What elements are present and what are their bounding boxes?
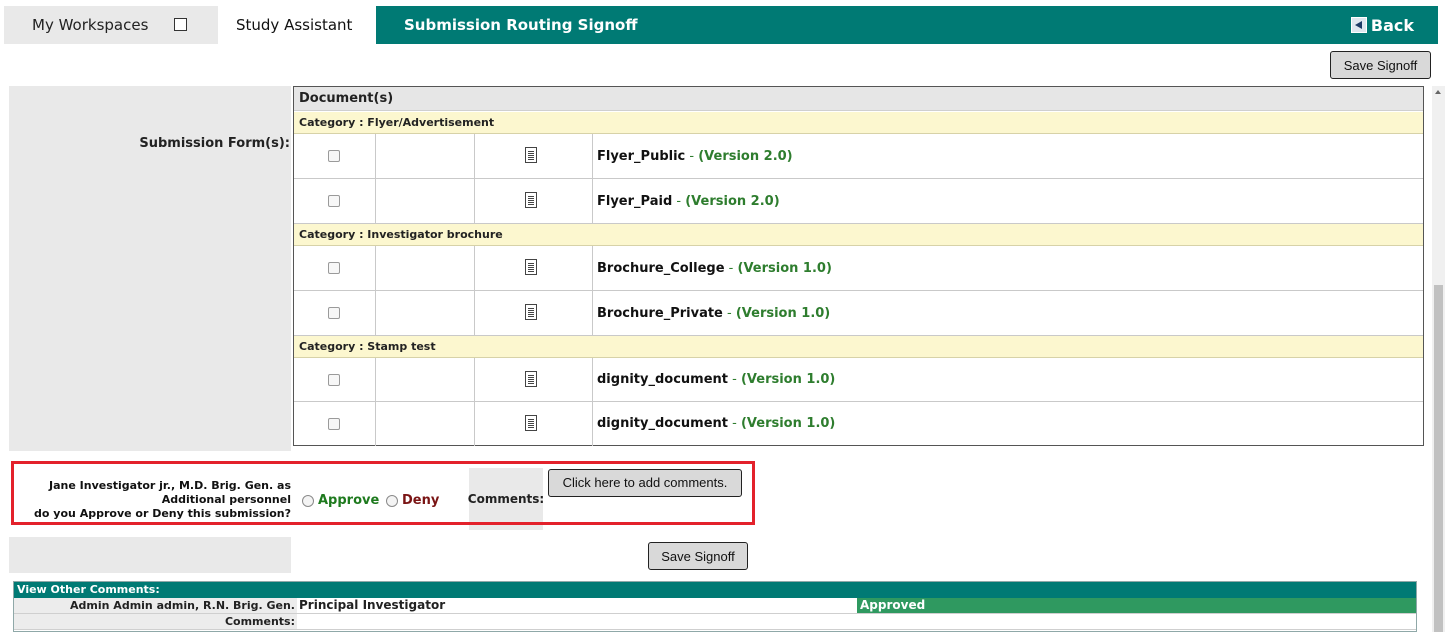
other-comments-table: View Other Comments: Admin Admin admin, … bbox=[13, 581, 1417, 632]
title-bar: Submission Routing Signoff Back bbox=[376, 6, 1438, 44]
document-link[interactable]: Flyer_Public - (Version 2.0) bbox=[597, 149, 793, 164]
document-checkbox[interactable] bbox=[328, 195, 340, 207]
approval-highlight-box bbox=[11, 461, 755, 525]
document-icon[interactable] bbox=[525, 147, 537, 163]
other-comments-header: View Other Comments: bbox=[14, 582, 1416, 598]
study-assistant-label: Study Assistant bbox=[236, 16, 353, 34]
tab-study-assistant[interactable]: Study Assistant bbox=[218, 6, 376, 44]
document-link[interactable]: Flyer_Paid - (Version 2.0) bbox=[597, 194, 780, 209]
table-row: dignity_document - (Version 1.0) bbox=[294, 402, 1423, 446]
reviewer-role: Principal Investigator bbox=[299, 598, 446, 612]
reviewer-name: Admin Admin admin, R.N. Brig. Gen. bbox=[14, 598, 297, 613]
document-checkbox[interactable] bbox=[328, 374, 340, 386]
category-row: Category : Investigator brochure bbox=[294, 224, 1423, 246]
document-checkbox[interactable] bbox=[328, 262, 340, 274]
save-signoff-button-bottom[interactable]: Save Signoff bbox=[648, 542, 748, 570]
table-row: Admin Admin admin, R.N. Brig. Gen. Princ… bbox=[14, 598, 1416, 614]
back-label: Back bbox=[1370, 15, 1414, 35]
my-workspaces-label: My Workspaces bbox=[32, 16, 149, 34]
category-row: Category : Stamp test bbox=[294, 336, 1423, 358]
document-icon[interactable] bbox=[525, 192, 537, 208]
my-workspaces-tab[interactable]: My Workspaces bbox=[4, 6, 218, 44]
scroll-up-arrow-icon[interactable] bbox=[1435, 90, 1441, 94]
table-row: Comments: bbox=[14, 614, 1416, 630]
document-icon[interactable] bbox=[525, 304, 537, 320]
document-icon[interactable] bbox=[525, 415, 537, 431]
status-badge: Approved bbox=[857, 598, 1416, 613]
scrollbar-thumb[interactable] bbox=[1434, 285, 1443, 632]
document-link[interactable]: dignity_document - (Version 1.0) bbox=[597, 372, 835, 387]
document-checkbox[interactable] bbox=[328, 150, 340, 162]
table-row: dignity_document - (Version 1.0) bbox=[294, 358, 1423, 402]
save-signoff-button-top[interactable]: Save Signoff bbox=[1330, 51, 1431, 79]
document-checkbox[interactable] bbox=[328, 418, 340, 430]
document-checkbox[interactable] bbox=[328, 307, 340, 319]
label-column-strip bbox=[9, 537, 291, 573]
documents-table: Document(s) Category : Flyer/Advertiseme… bbox=[293, 86, 1424, 446]
dropdown-icon[interactable] bbox=[174, 18, 187, 31]
back-button[interactable]: Back bbox=[1350, 6, 1414, 44]
category-row: Category : Flyer/Advertisement bbox=[294, 112, 1423, 134]
table-row: Flyer_Public - (Version 2.0) bbox=[294, 134, 1423, 179]
submission-forms-label: Submission Form(s): bbox=[139, 136, 290, 151]
document-link[interactable]: Brochure_College - (Version 1.0) bbox=[597, 261, 832, 276]
page-title: Submission Routing Signoff bbox=[404, 16, 638, 34]
table-row: Flyer_Paid - (Version 2.0) bbox=[294, 179, 1423, 224]
back-arrow-icon bbox=[1350, 17, 1367, 33]
document-icon[interactable] bbox=[525, 371, 537, 387]
document-link[interactable]: Brochure_Private - (Version 1.0) bbox=[597, 306, 830, 321]
document-link[interactable]: dignity_document - (Version 1.0) bbox=[597, 416, 835, 431]
document-icon[interactable] bbox=[525, 259, 537, 275]
table-row: Brochure_College - (Version 1.0) bbox=[294, 246, 1423, 291]
table-row: Brochure_Private - (Version 1.0) bbox=[294, 291, 1423, 336]
comments-row-label: Comments: bbox=[14, 614, 297, 629]
documents-header: Document(s) bbox=[294, 87, 1423, 111]
